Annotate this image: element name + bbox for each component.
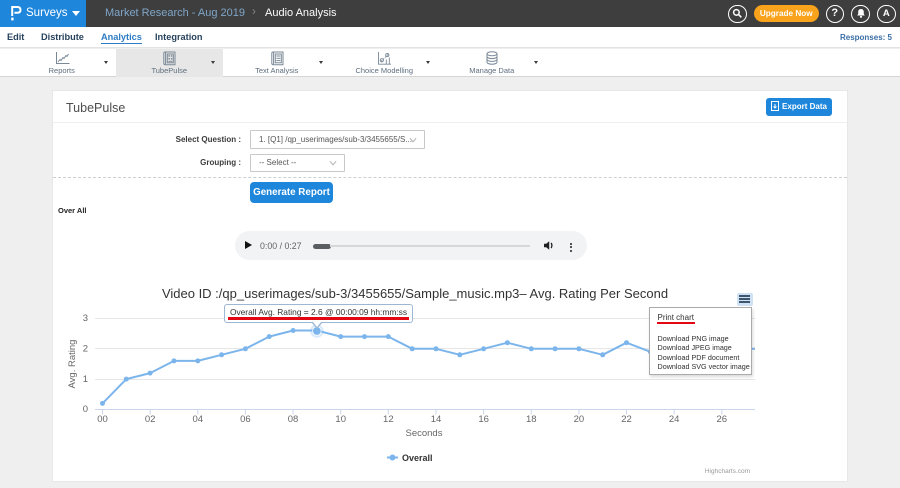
svg-text:1: 1: [83, 374, 88, 385]
svg-text:Seconds: Seconds: [406, 428, 443, 439]
svg-text:0: 0: [83, 404, 88, 415]
svg-text:10: 10: [335, 414, 346, 425]
svg-text:02: 02: [145, 414, 156, 425]
svg-text:Avg. Rating: Avg. Rating: [67, 340, 78, 389]
svg-text:22: 22: [621, 414, 632, 425]
svg-text:00: 00: [97, 414, 108, 425]
svg-text:12: 12: [383, 414, 394, 425]
svg-text:2: 2: [83, 344, 88, 355]
svg-text:Video ID :/qp_userimages/sub-3: Video ID :/qp_userimages/sub-3/3455655/S…: [162, 286, 668, 301]
svg-text:Overall: Overall: [402, 453, 433, 463]
svg-text:Highcharts.com: Highcharts.com: [705, 468, 750, 475]
svg-text:08: 08: [288, 414, 299, 425]
svg-text:26: 26: [717, 414, 728, 425]
svg-text:18: 18: [526, 414, 537, 425]
svg-text:14: 14: [431, 414, 442, 425]
svg-text:06: 06: [240, 414, 251, 425]
svg-text:04: 04: [192, 414, 203, 425]
svg-text:3: 3: [83, 313, 88, 324]
svg-text:20: 20: [574, 414, 585, 425]
svg-text:16: 16: [478, 414, 489, 425]
svg-text:24: 24: [669, 414, 680, 425]
